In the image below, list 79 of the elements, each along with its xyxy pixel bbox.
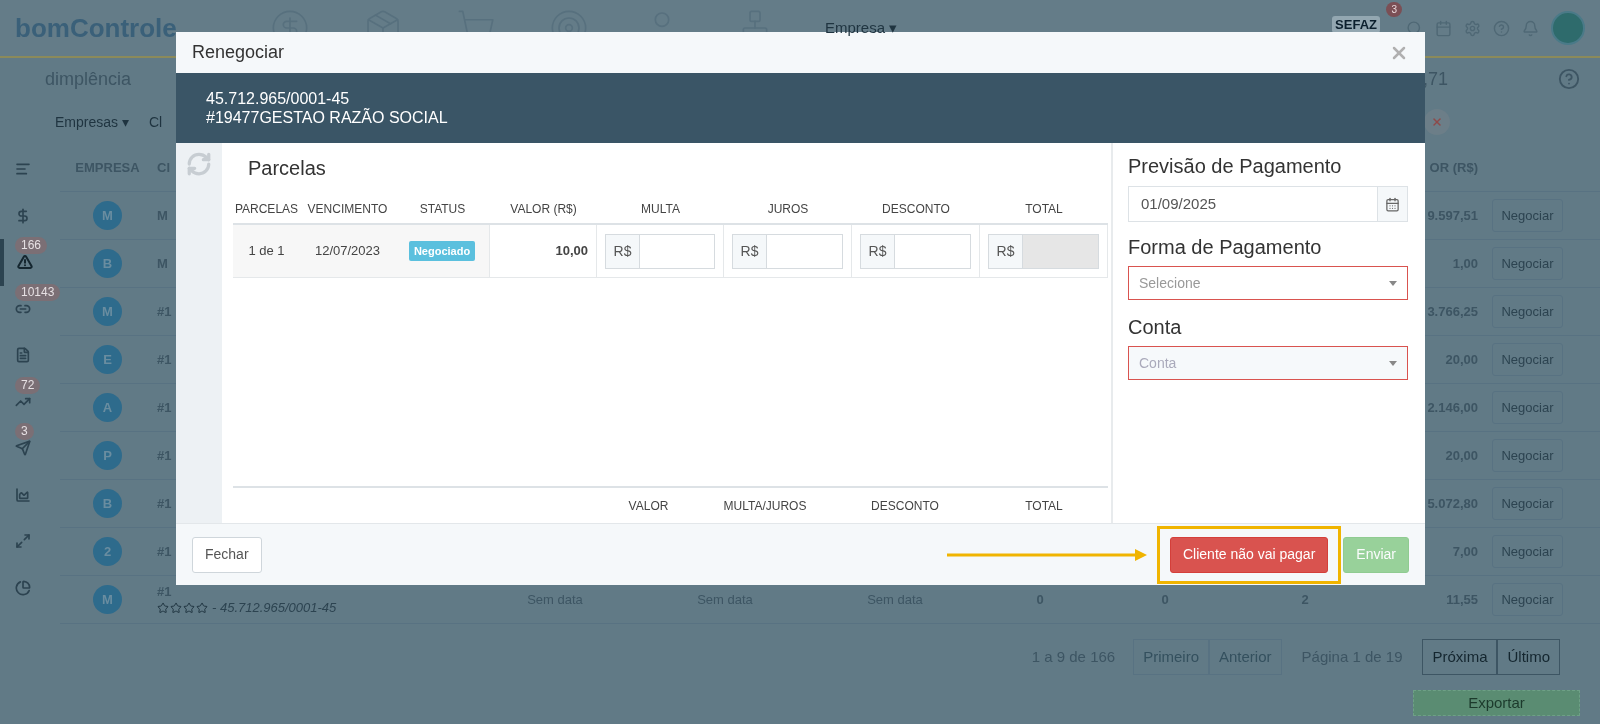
- star-icon[interactable]: [196, 601, 208, 614]
- help-icon[interactable]: [1558, 68, 1580, 90]
- dialog-title: Renegociar: [192, 41, 285, 64]
- star-icon[interactable]: [170, 601, 182, 614]
- negotiate-button[interactable]: Negociar: [1492, 294, 1563, 329]
- account-select[interactable]: Conta: [1128, 346, 1408, 380]
- negotiate-button[interactable]: Negociar: [1492, 342, 1563, 377]
- company-avatar: 2: [93, 537, 122, 566]
- status-badge: Negociado: [408, 240, 476, 262]
- user-avatar[interactable]: [1551, 11, 1585, 45]
- company-avatar: M: [93, 585, 122, 614]
- warning-icon[interactable]: [16, 254, 33, 271]
- company-dropdown[interactable]: Empresa ▾: [825, 16, 898, 40]
- company-avatar: M: [93, 297, 122, 326]
- column-header: JUROS: [766, 201, 810, 218]
- currency-input[interactable]: R$: [732, 233, 843, 269]
- area-chart-icon[interactable]: [14, 486, 31, 503]
- column-header: VALOR (R$): [509, 201, 578, 218]
- paper-plane-icon[interactable]: [14, 440, 31, 457]
- calendar-icon: [1385, 196, 1400, 212]
- section-title: Parcelas: [247, 156, 327, 181]
- negotiate-button[interactable]: Negociar: [1492, 246, 1563, 281]
- column-header: VENCIMENTO: [306, 201, 389, 218]
- summary-header: MULTA/JUROS: [722, 497, 808, 515]
- star-icon[interactable]: [183, 601, 195, 614]
- column-header: TOTAL: [1024, 201, 1064, 218]
- document-icon[interactable]: [14, 347, 31, 364]
- count-badge: 166: [15, 237, 48, 254]
- count-badge: 10143: [15, 283, 61, 301]
- company-avatar: A: [93, 393, 122, 422]
- client-document: 45.712.965/0001-45: [206, 89, 351, 108]
- filter-dropdown[interactable]: Cl: [148, 111, 163, 133]
- notification-badge: 3: [1386, 2, 1402, 17]
- client-name: #19477GESTAO RAZÃO SOCIAL: [206, 108, 449, 127]
- field-label: Previsão de Pagamento: [1128, 153, 1343, 179]
- negotiate-button[interactable]: Negociar: [1492, 198, 1563, 233]
- negotiate-button[interactable]: Negociar: [1492, 390, 1563, 425]
- client-document: - 45.712.965/0001-45: [212, 599, 337, 616]
- column-header: PARCELAS: [233, 201, 300, 218]
- pagination-button[interactable]: Último: [1497, 638, 1560, 676]
- summary-header: TOTAL: [1024, 497, 1064, 515]
- summary-header: DESCONTO: [870, 497, 940, 515]
- date-field[interactable]: 01/09/2025: [1128, 186, 1408, 222]
- company-avatar: P: [93, 441, 122, 470]
- amount-cell: 10,00: [490, 225, 597, 277]
- star-rating[interactable]: [157, 601, 208, 614]
- company-avatar: M: [93, 201, 122, 230]
- negotiate-button[interactable]: Negociar: [1492, 486, 1563, 521]
- negotiate-button[interactable]: Negociar: [1492, 534, 1563, 569]
- count-badge: 3: [15, 423, 34, 440]
- negotiate-button[interactable]: Negociar: [1492, 438, 1563, 473]
- currency-input[interactable]: R$: [860, 233, 971, 269]
- star-icon[interactable]: [157, 601, 169, 614]
- refresh-icon[interactable]: [186, 151, 212, 177]
- client-wont-pay-button[interactable]: Cliente não vai pagar: [1170, 536, 1329, 573]
- column-header: MULTA: [640, 201, 681, 218]
- column-header: DESCONTO: [881, 201, 951, 218]
- menu-icon[interactable]: [14, 161, 31, 178]
- expand-icon[interactable]: [14, 533, 31, 550]
- clear-filter-button[interactable]: [1424, 109, 1450, 135]
- close-button[interactable]: Fechar: [192, 536, 262, 573]
- pagination-button[interactable]: Próxima: [1422, 638, 1498, 676]
- company-avatar: E: [93, 345, 122, 374]
- payment-method-select[interactable]: Selecione: [1128, 266, 1408, 300]
- field-label: Forma de Pagamento: [1128, 235, 1323, 260]
- count-badge: 72: [15, 376, 41, 394]
- table-cell: 1 de 1: [233, 225, 300, 277]
- close-icon: [1431, 116, 1443, 128]
- table-cell: 12/07/2023: [300, 225, 395, 277]
- pie-chart-icon[interactable]: [14, 579, 31, 596]
- currency-input[interactable]: R$: [605, 233, 715, 269]
- field-label: Conta: [1128, 315, 1183, 340]
- summary-header: VALOR: [627, 497, 670, 515]
- negotiate-button[interactable]: Negociar: [1492, 582, 1563, 617]
- column-header: STATUS: [418, 201, 467, 218]
- export-button[interactable]: Exportar: [1413, 690, 1580, 716]
- company-avatar: B: [93, 249, 122, 278]
- filter-dropdown[interactable]: Empresas ▾: [55, 111, 129, 133]
- company-avatar: B: [93, 489, 122, 518]
